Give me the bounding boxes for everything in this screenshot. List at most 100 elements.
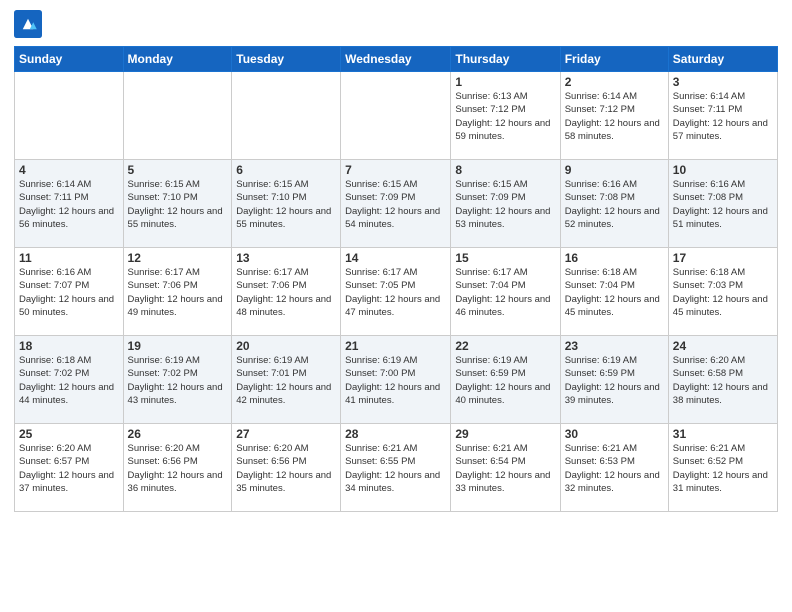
day-number: 16 — [565, 251, 664, 265]
calendar-cell: 24Sunrise: 6:20 AMSunset: 6:58 PMDayligh… — [668, 336, 777, 424]
day-number: 2 — [565, 75, 664, 89]
calendar-cell: 3Sunrise: 6:14 AMSunset: 7:11 PMDaylight… — [668, 72, 777, 160]
calendar-cell: 23Sunrise: 6:19 AMSunset: 6:59 PMDayligh… — [560, 336, 668, 424]
calendar-week-row: 11Sunrise: 6:16 AMSunset: 7:07 PMDayligh… — [15, 248, 778, 336]
calendar-cell: 16Sunrise: 6:18 AMSunset: 7:04 PMDayligh… — [560, 248, 668, 336]
calendar-week-row: 1Sunrise: 6:13 AMSunset: 7:12 PMDaylight… — [15, 72, 778, 160]
day-number: 21 — [345, 339, 446, 353]
day-info: Sunrise: 6:19 AMSunset: 7:01 PMDaylight:… — [236, 354, 336, 407]
calendar-cell — [232, 72, 341, 160]
calendar-cell: 11Sunrise: 6:16 AMSunset: 7:07 PMDayligh… — [15, 248, 124, 336]
day-of-week-header: Monday — [123, 47, 232, 72]
day-number: 9 — [565, 163, 664, 177]
day-number: 7 — [345, 163, 446, 177]
day-number: 28 — [345, 427, 446, 441]
calendar-cell — [341, 72, 451, 160]
calendar-header-row: SundayMondayTuesdayWednesdayThursdayFrid… — [15, 47, 778, 72]
calendar-cell: 26Sunrise: 6:20 AMSunset: 6:56 PMDayligh… — [123, 424, 232, 512]
calendar-cell — [123, 72, 232, 160]
day-info: Sunrise: 6:13 AMSunset: 7:12 PMDaylight:… — [455, 90, 555, 143]
day-number: 3 — [673, 75, 773, 89]
day-info: Sunrise: 6:18 AMSunset: 7:04 PMDaylight:… — [565, 266, 664, 319]
main-container: SundayMondayTuesdayWednesdayThursdayFrid… — [0, 0, 792, 518]
day-info: Sunrise: 6:14 AMSunset: 7:11 PMDaylight:… — [19, 178, 119, 231]
calendar-cell: 19Sunrise: 6:19 AMSunset: 7:02 PMDayligh… — [123, 336, 232, 424]
day-number: 17 — [673, 251, 773, 265]
calendar-cell: 13Sunrise: 6:17 AMSunset: 7:06 PMDayligh… — [232, 248, 341, 336]
day-number: 29 — [455, 427, 555, 441]
day-number: 25 — [19, 427, 119, 441]
calendar-cell: 7Sunrise: 6:15 AMSunset: 7:09 PMDaylight… — [341, 160, 451, 248]
calendar-cell: 12Sunrise: 6:17 AMSunset: 7:06 PMDayligh… — [123, 248, 232, 336]
day-of-week-header: Saturday — [668, 47, 777, 72]
day-info: Sunrise: 6:20 AMSunset: 6:57 PMDaylight:… — [19, 442, 119, 495]
calendar-cell: 28Sunrise: 6:21 AMSunset: 6:55 PMDayligh… — [341, 424, 451, 512]
day-info: Sunrise: 6:18 AMSunset: 7:03 PMDaylight:… — [673, 266, 773, 319]
day-info: Sunrise: 6:17 AMSunset: 7:05 PMDaylight:… — [345, 266, 446, 319]
day-info: Sunrise: 6:20 AMSunset: 6:56 PMDaylight:… — [128, 442, 228, 495]
day-number: 14 — [345, 251, 446, 265]
day-number: 13 — [236, 251, 336, 265]
calendar-cell: 8Sunrise: 6:15 AMSunset: 7:09 PMDaylight… — [451, 160, 560, 248]
day-info: Sunrise: 6:19 AMSunset: 7:02 PMDaylight:… — [128, 354, 228, 407]
day-info: Sunrise: 6:17 AMSunset: 7:06 PMDaylight:… — [236, 266, 336, 319]
day-info: Sunrise: 6:17 AMSunset: 7:04 PMDaylight:… — [455, 266, 555, 319]
day-number: 19 — [128, 339, 228, 353]
calendar-cell: 9Sunrise: 6:16 AMSunset: 7:08 PMDaylight… — [560, 160, 668, 248]
day-number: 23 — [565, 339, 664, 353]
day-number: 12 — [128, 251, 228, 265]
calendar-cell: 18Sunrise: 6:18 AMSunset: 7:02 PMDayligh… — [15, 336, 124, 424]
day-number: 11 — [19, 251, 119, 265]
day-number: 6 — [236, 163, 336, 177]
day-number: 31 — [673, 427, 773, 441]
day-number: 27 — [236, 427, 336, 441]
day-number: 5 — [128, 163, 228, 177]
page-header — [14, 10, 778, 38]
day-number: 26 — [128, 427, 228, 441]
day-info: Sunrise: 6:16 AMSunset: 7:08 PMDaylight:… — [673, 178, 773, 231]
day-number: 30 — [565, 427, 664, 441]
day-number: 18 — [19, 339, 119, 353]
day-number: 4 — [19, 163, 119, 177]
calendar-cell: 25Sunrise: 6:20 AMSunset: 6:57 PMDayligh… — [15, 424, 124, 512]
day-info: Sunrise: 6:20 AMSunset: 6:58 PMDaylight:… — [673, 354, 773, 407]
day-info: Sunrise: 6:15 AMSunset: 7:10 PMDaylight:… — [236, 178, 336, 231]
day-info: Sunrise: 6:18 AMSunset: 7:02 PMDaylight:… — [19, 354, 119, 407]
day-number: 24 — [673, 339, 773, 353]
day-info: Sunrise: 6:14 AMSunset: 7:11 PMDaylight:… — [673, 90, 773, 143]
calendar-cell: 29Sunrise: 6:21 AMSunset: 6:54 PMDayligh… — [451, 424, 560, 512]
day-number: 8 — [455, 163, 555, 177]
calendar-cell: 30Sunrise: 6:21 AMSunset: 6:53 PMDayligh… — [560, 424, 668, 512]
calendar-cell: 31Sunrise: 6:21 AMSunset: 6:52 PMDayligh… — [668, 424, 777, 512]
calendar-cell: 6Sunrise: 6:15 AMSunset: 7:10 PMDaylight… — [232, 160, 341, 248]
calendar-cell: 14Sunrise: 6:17 AMSunset: 7:05 PMDayligh… — [341, 248, 451, 336]
day-info: Sunrise: 6:19 AMSunset: 7:00 PMDaylight:… — [345, 354, 446, 407]
day-number: 15 — [455, 251, 555, 265]
calendar-cell: 27Sunrise: 6:20 AMSunset: 6:56 PMDayligh… — [232, 424, 341, 512]
day-info: Sunrise: 6:21 AMSunset: 6:54 PMDaylight:… — [455, 442, 555, 495]
day-info: Sunrise: 6:15 AMSunset: 7:10 PMDaylight:… — [128, 178, 228, 231]
day-of-week-header: Friday — [560, 47, 668, 72]
calendar-week-row: 25Sunrise: 6:20 AMSunset: 6:57 PMDayligh… — [15, 424, 778, 512]
day-of-week-header: Wednesday — [341, 47, 451, 72]
calendar-cell: 5Sunrise: 6:15 AMSunset: 7:10 PMDaylight… — [123, 160, 232, 248]
day-info: Sunrise: 6:16 AMSunset: 7:07 PMDaylight:… — [19, 266, 119, 319]
calendar-cell: 15Sunrise: 6:17 AMSunset: 7:04 PMDayligh… — [451, 248, 560, 336]
calendar-cell: 4Sunrise: 6:14 AMSunset: 7:11 PMDaylight… — [15, 160, 124, 248]
calendar-cell: 22Sunrise: 6:19 AMSunset: 6:59 PMDayligh… — [451, 336, 560, 424]
calendar-cell: 1Sunrise: 6:13 AMSunset: 7:12 PMDaylight… — [451, 72, 560, 160]
day-of-week-header: Sunday — [15, 47, 124, 72]
day-of-week-header: Tuesday — [232, 47, 341, 72]
calendar-cell: 21Sunrise: 6:19 AMSunset: 7:00 PMDayligh… — [341, 336, 451, 424]
day-number: 20 — [236, 339, 336, 353]
calendar-table: SundayMondayTuesdayWednesdayThursdayFrid… — [14, 46, 778, 512]
day-info: Sunrise: 6:21 AMSunset: 6:55 PMDaylight:… — [345, 442, 446, 495]
day-info: Sunrise: 6:19 AMSunset: 6:59 PMDaylight:… — [455, 354, 555, 407]
calendar-cell — [15, 72, 124, 160]
calendar-cell: 10Sunrise: 6:16 AMSunset: 7:08 PMDayligh… — [668, 160, 777, 248]
calendar-cell: 20Sunrise: 6:19 AMSunset: 7:01 PMDayligh… — [232, 336, 341, 424]
day-info: Sunrise: 6:20 AMSunset: 6:56 PMDaylight:… — [236, 442, 336, 495]
day-info: Sunrise: 6:21 AMSunset: 6:52 PMDaylight:… — [673, 442, 773, 495]
day-info: Sunrise: 6:17 AMSunset: 7:06 PMDaylight:… — [128, 266, 228, 319]
day-info: Sunrise: 6:14 AMSunset: 7:12 PMDaylight:… — [565, 90, 664, 143]
